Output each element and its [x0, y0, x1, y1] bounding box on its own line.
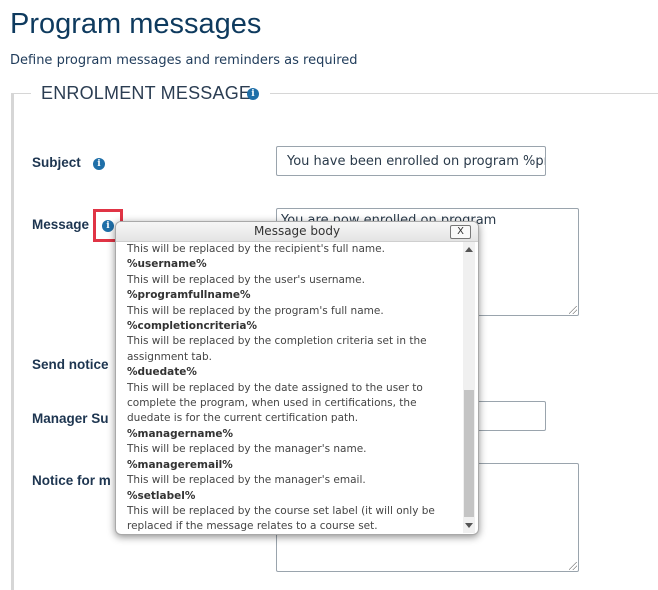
fieldset-border-top — [270, 93, 658, 94]
popup-content[interactable]: This will be replaced by the recipient's… — [127, 242, 459, 534]
resize-grip[interactable] — [569, 306, 577, 314]
fieldset-border-left — [11, 93, 14, 590]
placeholder-description: This will be replaced by the manager's n… — [127, 443, 367, 456]
manager-subject-label: Manager Su — [32, 411, 109, 426]
placeholder-token: %username% — [127, 258, 207, 271]
placeholder-token: %managername% — [127, 427, 234, 440]
placeholder-description: This will be replaced by the user's user… — [127, 273, 365, 286]
popup-title: Message body — [253, 224, 341, 238]
section-legend: ENROLMENT MESSAGE — [41, 83, 252, 103]
legend-info-icon[interactable]: i — [247, 88, 259, 100]
fieldset-border-top — [11, 93, 31, 94]
placeholder-token: %setlabel% — [127, 489, 196, 502]
subject-info-icon[interactable]: i — [93, 158, 105, 170]
message-label: Message — [32, 217, 90, 232]
subject-label: Subject — [32, 155, 81, 170]
scroll-thumb[interactable] — [464, 390, 474, 517]
send-notice-label: Send notice — [32, 357, 109, 372]
subject-input[interactable]: You have been enrolled on program %progr… — [276, 146, 546, 176]
page-subtitle: Define program messages and reminders as… — [10, 53, 358, 68]
placeholder-description: This will be replaced by the date assign… — [127, 381, 423, 425]
placeholder-token: %manageremail% — [127, 458, 233, 471]
placeholder-description: This will be replaced by the completion … — [127, 335, 427, 363]
placeholder-description: This will be replaced by the manager's e… — [127, 474, 366, 487]
message-body-help-popup: Message body X This will be replaced by … — [115, 221, 479, 535]
placeholder-description: This will be replaced by the program's f… — [127, 304, 384, 317]
placeholder-token: %programfullname% — [127, 289, 251, 302]
popup-scrollbar[interactable] — [463, 242, 475, 533]
scroll-down-arrow[interactable] — [465, 523, 473, 528]
popup-close-button[interactable]: X — [450, 225, 471, 239]
notice-for-manager-label: Notice for m — [32, 473, 111, 488]
placeholder-token: %completioncriteria% — [127, 320, 257, 333]
resize-grip[interactable] — [569, 562, 577, 570]
popup-header: Message body X — [116, 222, 478, 242]
placeholder-description: This will be replaced by the recipient's… — [127, 243, 385, 255]
page-title: Program messages — [10, 8, 262, 40]
placeholder-description: This will be replaced by the course set … — [127, 504, 435, 533]
placeholder-token: %duedate% — [127, 366, 197, 379]
scroll-up-arrow[interactable] — [465, 247, 473, 252]
